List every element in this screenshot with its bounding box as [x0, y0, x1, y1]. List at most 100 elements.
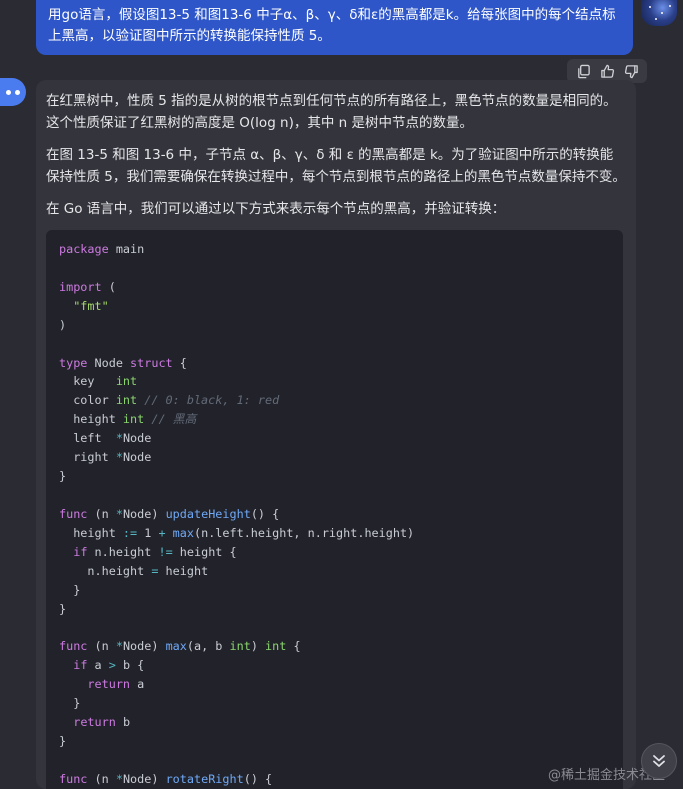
code-token: int: [229, 639, 251, 654]
code-line: right *Node: [59, 448, 610, 467]
code-token: *: [115, 771, 123, 786]
code-line: height int // 黑高: [59, 410, 610, 429]
code-token: return: [87, 677, 131, 692]
code-token: b: [115, 715, 131, 730]
code-token: (n: [87, 771, 116, 786]
code-token: Node: [122, 450, 152, 465]
assistant-avatar: [0, 78, 26, 106]
code-token: if: [73, 544, 88, 559]
double-chevron-down-icon: [653, 755, 665, 767]
answer-paragraph-1: 在红黑树中，性质 5 指的是从树的根节点到任何节点的所有路径上，黑色节点的数量是…: [46, 93, 617, 131]
code-line: func (n *Node) updateHeight() {: [59, 505, 610, 524]
code-token: struct: [130, 355, 173, 370]
code-token: package: [59, 242, 109, 256]
code-token: () {: [243, 771, 273, 786]
code-token: "fmt": [59, 298, 109, 313]
code-line: height := 1 + max(n.left.height, n.right…: [59, 524, 610, 543]
code-token: if: [73, 658, 88, 673]
code-line: func (n *Node) max(a, b int) int {: [59, 637, 610, 656]
code-block[interactable]: package main import ( "fmt") type Node str…: [46, 230, 623, 789]
code-line: }: [59, 467, 610, 486]
code-line: package main: [59, 240, 610, 259]
code-token: ): [59, 317, 67, 332]
code-token: int: [265, 639, 287, 654]
code-token: 1: [137, 525, 159, 540]
code-token: (a, b: [186, 639, 230, 654]
code-token: (: [101, 279, 116, 294]
code-line: n.height = height: [59, 562, 610, 581]
code-token: {: [172, 355, 187, 370]
code-line: }: [59, 732, 610, 751]
thumbs-up-icon[interactable]: [597, 61, 617, 81]
code-token: *: [115, 639, 123, 654]
code-line: type Node struct {: [59, 354, 610, 373]
code-token: *: [115, 450, 123, 465]
avatar-eye-left: [6, 89, 11, 95]
code-line: }: [59, 581, 610, 600]
code-line: color int // 0: black, 1: red: [59, 391, 610, 410]
code-token: n.height: [87, 544, 159, 559]
code-line: return b: [59, 713, 610, 732]
code-line: key int: [59, 372, 610, 391]
code-token: height: [59, 412, 123, 427]
answer-paragraph-2: 在图 13-5 和图 13-6 中，子节点 α、β、γ、δ 和 ε 的黑高都是 …: [46, 147, 626, 185]
code-token: max: [165, 639, 187, 654]
code-token: n.height: [59, 563, 152, 578]
code-token: max: [172, 525, 194, 540]
answer-paragraph-3: 在 Go 语言中，我们可以通过以下方式来表示每个节点的黑高，并验证转换：: [46, 201, 506, 217]
code-token: (n.left.height, n.right.height): [193, 525, 415, 540]
copy-icon[interactable]: [573, 61, 593, 81]
code-token: }: [59, 696, 81, 711]
code-token: !=: [158, 544, 173, 559]
code-token: >: [108, 658, 116, 673]
user-avatar[interactable]: [641, 0, 677, 26]
thumbs-down-icon[interactable]: [621, 61, 641, 81]
code-token: *: [115, 506, 123, 521]
code-token: rotateRight: [165, 771, 244, 786]
code-token: }: [59, 469, 67, 484]
code-line: "fmt": [59, 297, 610, 316]
code-token: Node): [122, 506, 166, 521]
code-token: *: [115, 431, 123, 446]
code-token: ): [250, 639, 266, 654]
user-message: 用go语言，假设图13-5 和图13-6 中子α、β、γ、δ和ε的黑高都是k。给…: [36, 0, 633, 55]
code-line: }: [59, 694, 610, 713]
code-token: +: [158, 525, 166, 540]
code-token: left: [59, 431, 116, 446]
code-token: Node): [122, 639, 166, 654]
scroll-to-bottom-button[interactable]: [641, 743, 677, 779]
avatar-eye-right: [15, 89, 20, 95]
code-token: }: [59, 601, 67, 616]
code-line: if n.height != height {: [59, 543, 610, 562]
code-token: a: [87, 658, 109, 673]
code-token: (n: [87, 506, 116, 521]
code-line: if a > b {: [59, 656, 610, 675]
code-token: return: [73, 715, 116, 730]
code-token: () {: [250, 506, 280, 521]
code-token: int: [115, 374, 138, 389]
code-token: height {: [172, 544, 237, 559]
code-token: :=: [122, 525, 138, 540]
code-token: main: [108, 242, 145, 256]
code-token: height: [158, 563, 209, 578]
code-line: import (: [59, 278, 610, 297]
code-token: Node: [122, 431, 152, 446]
code-line: left *Node: [59, 429, 610, 448]
code-token: a: [130, 677, 145, 692]
code-token: func: [59, 506, 88, 521]
code-token: Node): [122, 771, 166, 786]
code-token: // 黑高: [144, 412, 197, 427]
code-token: b {: [115, 658, 145, 673]
code-token: int: [115, 393, 138, 408]
code-token: func: [59, 771, 88, 786]
code-token: {: [286, 639, 301, 654]
code-token: key: [59, 374, 116, 389]
